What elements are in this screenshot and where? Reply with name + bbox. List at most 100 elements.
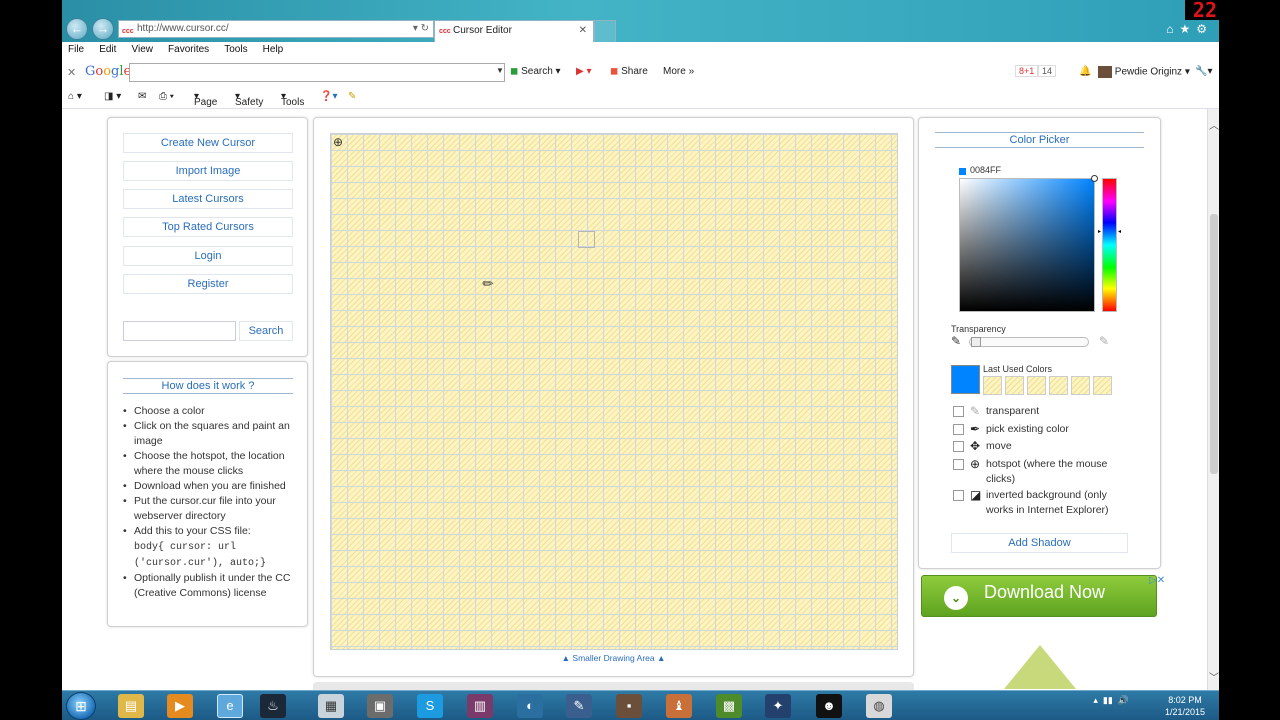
transparency-slider[interactable] (969, 337, 1089, 347)
windows-taskbar: ⊞ ▤ ▶ e ♨ ▦ ▣ S ▥ ◐ ✎ ▪ ♝ ▩ ✦ ☻ ◍ ▴ ▮▮ 🔊… (62, 690, 1219, 720)
scroll-up-icon[interactable]: ︿ (1209, 117, 1219, 132)
hotspot-checkbox[interactable] (953, 459, 964, 470)
plusone-button[interactable]: 8+1 (1015, 65, 1039, 77)
last-used-color-main[interactable] (951, 365, 980, 394)
last-used-color-slot[interactable] (1093, 376, 1112, 395)
explorer-icon[interactable]: ▤ (118, 694, 144, 718)
app-dark-icon[interactable]: ☻ (816, 694, 842, 718)
last-used-color-slot[interactable] (983, 376, 1002, 395)
menu-favorites[interactable]: Favorites (162, 42, 215, 55)
last-used-color-slot[interactable] (1027, 376, 1046, 395)
transparency-slider-handle[interactable] (971, 337, 981, 347)
color-marker[interactable] (1091, 175, 1098, 182)
top-rated-cursors-link[interactable]: Top Rated Cursors (123, 217, 293, 237)
print-icon[interactable]: ⎙ ▾ (159, 91, 174, 102)
minecraft-icon[interactable]: ▩ (716, 694, 742, 718)
safety-menu[interactable]: Safety ▾ (235, 91, 263, 108)
address-bar[interactable]: ccc http://www.cursor.cc/ ▾ ↻ (118, 20, 434, 38)
start-button[interactable]: ⊞ (66, 692, 96, 720)
google-search-input[interactable] (129, 63, 505, 82)
steam-icon[interactable]: ♨ (260, 694, 286, 718)
menu-file[interactable]: File (62, 42, 90, 55)
forward-button[interactable]: → (92, 18, 114, 40)
wrench-icon[interactable]: 🔧▾ (1195, 66, 1212, 77)
login-link[interactable]: Login (123, 246, 293, 266)
google-search-dropdown-icon[interactable]: ▼ (496, 66, 504, 75)
saturation-value-square[interactable] (959, 175, 1098, 312)
profile-menu[interactable]: Pewdie Originz ▾ (1098, 66, 1190, 78)
notifications-icon[interactable]: 🔔 (1079, 66, 1091, 77)
hue-arrow-right-icon[interactable]: ◂ (1118, 228, 1121, 235)
add-shadow-button[interactable]: Add Shadow (951, 533, 1128, 553)
refresh-icon[interactable]: ▾ ↻ (413, 21, 429, 37)
transparent-checkbox[interactable] (953, 406, 964, 417)
last-used-color-slot[interactable] (1049, 376, 1068, 395)
paint-icon[interactable]: ✎ (566, 694, 592, 718)
last-used-color-slot[interactable] (1005, 376, 1024, 395)
smaller-drawing-area-link[interactable]: ▲ Smaller Drawing Area ▲ (314, 653, 913, 663)
system-clock[interactable]: 8:02 PM 1/21/2015 (1165, 694, 1205, 718)
invert-icon: ◪ (970, 488, 982, 502)
page-menu[interactable]: Page ▾ (194, 91, 217, 108)
browser-toolbar-icons[interactable]: ⌂★⚙ (1166, 22, 1213, 36)
help-icon[interactable]: ❓▾ (320, 91, 337, 102)
scroll-up-arrow-icon[interactable] (1004, 645, 1076, 689)
tools-menu[interactable]: Tools ▾ (281, 91, 304, 108)
bandicam-icon[interactable]: ◐ (517, 694, 543, 718)
feeds-icon[interactable]: ◨ ▾ (104, 91, 121, 102)
youtube-icon[interactable]: ▶ ▾ (576, 66, 592, 77)
option-label: hotspot (where the mouse clicks) (986, 458, 1108, 485)
tab-favicon-icon: ccc (439, 28, 451, 35)
toolbar-close-icon[interactable]: ✕ (67, 66, 76, 79)
more-button[interactable]: More » (663, 66, 694, 77)
computer-icon[interactable]: ▣ (367, 694, 393, 718)
cursor-drawing-grid[interactable]: ⊕ ✎ (330, 133, 898, 650)
page-scrollbar[interactable]: ︿ ﹀ (1207, 109, 1219, 690)
utility-icon[interactable]: ♝ (666, 694, 692, 718)
inverted-checkbox[interactable] (953, 490, 964, 501)
download-now-ad[interactable]: ⌄ Download Now (921, 575, 1157, 617)
research-icon[interactable]: ✎ (348, 91, 356, 102)
media-player-icon[interactable]: ▶ (167, 694, 193, 718)
calculator-icon[interactable]: ▦ (318, 694, 344, 718)
site-search-input[interactable] (123, 321, 236, 341)
move-checkbox[interactable] (953, 441, 964, 452)
menu-help[interactable]: Help (257, 42, 290, 55)
home-toolbar-icon[interactable]: ⌂ ▾ (68, 91, 82, 102)
back-button[interactable]: ← (66, 18, 88, 40)
create-new-cursor-link[interactable]: Create New Cursor (123, 133, 293, 153)
share-button[interactable]: ◼ Share (610, 66, 648, 77)
hovered-grid-cell[interactable] (578, 231, 595, 248)
skype-icon[interactable]: S (417, 694, 443, 718)
move-icon: ✥ (970, 439, 981, 453)
minecraft-head-icon[interactable]: ▪ (616, 694, 642, 718)
latest-cursors-link[interactable]: Latest Cursors (123, 189, 293, 209)
game-icon[interactable]: ✦ (765, 694, 791, 718)
last-used-color-slot[interactable] (1071, 376, 1090, 395)
hue-slider[interactable]: ▸ ◂ (1098, 178, 1121, 312)
google-search-button[interactable]: ◼ Search ▾ (510, 66, 561, 77)
mail-icon[interactable]: ✉ (138, 91, 146, 102)
tab-cursor-editor[interactable]: ccc Cursor Editor ✕ (434, 20, 594, 42)
scrollbar-thumb[interactable] (1210, 214, 1218, 474)
winrar-icon[interactable]: ▥ (467, 694, 493, 718)
mouse-app-icon[interactable]: ◍ (866, 694, 892, 718)
pick-color-checkbox[interactable] (953, 424, 964, 435)
favorites-star-icon[interactable]: ★ (1179, 22, 1196, 36)
import-image-link[interactable]: Import Image (123, 161, 293, 181)
internet-explorer-icon[interactable]: e (217, 694, 243, 718)
current-color-hex[interactable]: 0084FF (970, 165, 1001, 175)
home-icon[interactable]: ⌂ (1166, 22, 1179, 36)
site-search-button[interactable]: Search (239, 321, 293, 341)
hue-arrow-left-icon[interactable]: ▸ (1098, 228, 1101, 235)
menu-edit[interactable]: Edit (93, 42, 122, 55)
new-tab-button[interactable] (594, 20, 616, 42)
tab-close-icon[interactable]: ✕ (579, 21, 587, 41)
scroll-down-icon[interactable]: ﹀ (1209, 669, 1219, 684)
system-tray[interactable]: ▴ ▮▮ 🔊 (1093, 695, 1129, 706)
ad-close-icon[interactable]: ▷✕ (1149, 575, 1165, 586)
menu-view[interactable]: View (125, 42, 159, 55)
register-link[interactable]: Register (123, 274, 293, 294)
menu-tools[interactable]: Tools (218, 42, 253, 55)
gear-icon[interactable]: ⚙ (1196, 22, 1213, 36)
